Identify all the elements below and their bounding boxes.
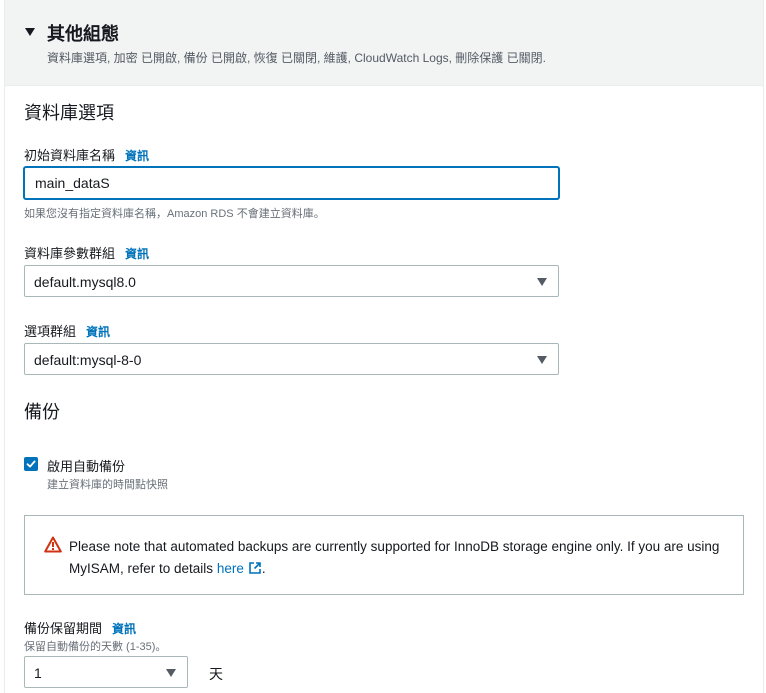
auto-backup-checkbox[interactable]: [24, 457, 38, 471]
alert-suffix: .: [261, 561, 266, 576]
section-title: 其他組態: [47, 24, 119, 44]
details-link-text[interactable]: here: [217, 561, 244, 576]
retention-unit: 天: [209, 666, 223, 682]
initial-db-name-label-text: 初始資料庫名稱: [24, 148, 116, 163]
alert-message: Please note that automated backups are c…: [69, 536, 734, 580]
section-summary: 資料庫選項, 加密 已開啟, 備份 已開啟, 恢復 已關閉, 維護, Cloud…: [47, 51, 546, 65]
param-group-select[interactable]: default.mysql8.0: [24, 265, 559, 297]
retention-label: 備份保留期間 資訊: [24, 618, 136, 637]
param-group-info-link[interactable]: 資訊: [125, 247, 149, 261]
param-group-label: 資料庫參數群組 資訊: [24, 243, 149, 262]
option-group-label-text: 選項群組: [24, 324, 77, 339]
initial-db-name-label: 初始資料庫名稱 資訊: [24, 145, 149, 164]
details-link[interactable]: here: [217, 561, 262, 576]
retention-period-select[interactable]: 1: [24, 656, 188, 688]
innodb-warning-alert: Please note that automated backups are c…: [24, 515, 744, 595]
checkmark-icon: [26, 460, 36, 468]
alert-text: Please note that automated backups are c…: [69, 539, 720, 576]
param-group-label-text: 資料庫參數群組: [24, 246, 116, 261]
initial-db-name-hint: 如果您沒有指定資料庫名稱，Amazon RDS 不會建立資料庫。: [24, 208, 325, 220]
db-options-title: 資料庫選項: [24, 103, 114, 123]
initial-db-name-input[interactable]: [24, 167, 559, 199]
external-link-icon[interactable]: [248, 561, 262, 575]
retention-value: 1: [34, 665, 42, 681]
caret-down-icon[interactable]: [25, 28, 35, 36]
section-header[interactable]: 其他組態 資料庫選項, 加密 已開啟, 備份 已開啟, 恢復 已關閉, 維護, …: [5, 0, 763, 86]
param-group-value: default.mysql8.0: [34, 274, 136, 290]
caret-down-icon: [537, 278, 547, 286]
caret-down-icon: [166, 669, 176, 677]
auto-backup-hint: 建立資料庫的時間點快照: [47, 479, 168, 491]
option-group-label: 選項群組 資訊: [24, 321, 110, 340]
option-group-info-link[interactable]: 資訊: [86, 325, 110, 339]
retention-info-link[interactable]: 資訊: [112, 622, 136, 636]
option-group-select[interactable]: default:mysql-8-0: [24, 343, 559, 375]
retention-label-text: 備份保留期間: [24, 621, 103, 636]
initial-db-info-link[interactable]: 資訊: [125, 149, 149, 163]
caret-down-icon: [537, 356, 547, 364]
backup-title: 備份: [24, 402, 60, 422]
retention-hint: 保留自動備份的天數 (1-35)。: [24, 641, 167, 653]
option-group-value: default:mysql-8-0: [34, 352, 142, 368]
warning-icon: [44, 536, 62, 553]
auto-backup-label[interactable]: 啟用自動備份: [47, 456, 125, 475]
